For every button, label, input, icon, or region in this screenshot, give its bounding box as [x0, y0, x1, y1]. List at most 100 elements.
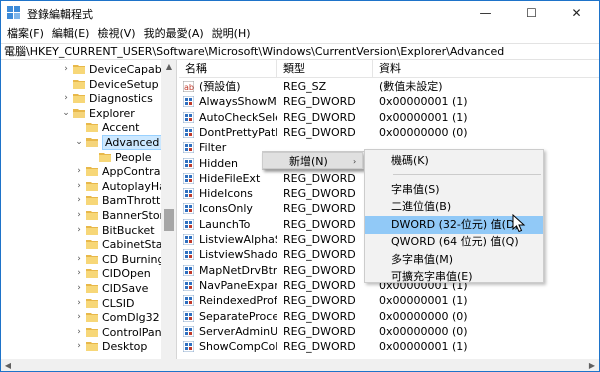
value-row[interactable]: SeparateProcess REG_DWORD 0x00000000 (0): [179, 309, 599, 324]
chevron-right-icon[interactable]: ›: [61, 62, 71, 77]
tree-item[interactable]: › AppContract: [1, 164, 171, 179]
menu-view[interactable]: 檢視(V): [93, 25, 139, 43]
minimize-icon: —: [479, 6, 492, 20]
tree-item-label: Explorer: [89, 106, 135, 120]
tree-item[interactable]: ⌄ Advanced: [1, 135, 163, 150]
value-name: AutoCheckSelect: [199, 110, 277, 124]
value-name: (預設值): [199, 80, 241, 93]
regedit-app-icon: [7, 6, 21, 20]
chevron-down-icon[interactable]: ⌄: [61, 106, 71, 121]
chevron-right-icon[interactable]: ›: [74, 325, 84, 340]
tree-item[interactable]: ⌄ Explorer: [1, 106, 161, 121]
folder-icon: [73, 93, 86, 104]
tree-item-label: ComDlg32: [102, 311, 160, 325]
value-name: DontPrettyPath: [199, 125, 277, 139]
chevron-down-icon[interactable]: ⌄: [74, 135, 84, 150]
tree-vertical-scrollbar[interactable]: ▲: [161, 60, 176, 359]
chevron-right-icon[interactable]: ›: [74, 266, 84, 281]
chevron-right-icon[interactable]: ›: [74, 208, 84, 223]
tree-item[interactable]: Accent: [1, 120, 161, 135]
folder-icon: [86, 225, 99, 236]
tree-item[interactable]: › CIDSave: [1, 281, 161, 296]
binary-value-icon: [182, 294, 195, 307]
tree-item[interactable]: › CD Burning: [1, 252, 164, 267]
chevron-right-icon[interactable]: ›: [74, 252, 84, 267]
submenu-item[interactable]: 可擴充字串值(E): [365, 268, 543, 286]
chevron-right-icon[interactable]: ›: [74, 296, 84, 311]
tree-item[interactable]: › CIDOpen: [1, 266, 161, 281]
maximize-button[interactable]: ☐: [509, 1, 554, 25]
tree-item[interactable]: CabinetState: [1, 237, 174, 252]
tree-item[interactable]: › ControlPanel: [1, 325, 171, 340]
value-type: REG_DWORD: [283, 187, 356, 201]
scroll-left-icon[interactable]: ◀: [1, 359, 15, 371]
minimize-button[interactable]: —: [463, 1, 508, 25]
binary-value-icon: [182, 218, 195, 231]
chevron-right-icon[interactable]: ›: [74, 281, 84, 296]
tree-item[interactable]: People: [1, 150, 161, 165]
chevron-right-icon[interactable]: ›: [74, 223, 84, 238]
value-data: (數值未設定): [379, 80, 443, 93]
folder-icon: [86, 137, 99, 148]
menu-edit[interactable]: 編輯(E): [48, 25, 94, 43]
submenu-item[interactable]: QWORD (64 位元) 值(Q): [365, 233, 543, 251]
value-type: REG_DWORD: [283, 294, 356, 308]
binary-value-icon: [182, 340, 195, 353]
tree-item[interactable]: › Desktop: [1, 339, 161, 354]
menu-help[interactable]: 說明(H): [208, 25, 255, 43]
value-type: REG_DWORD: [283, 202, 356, 216]
value-type: REG_DWORD: [283, 171, 356, 185]
column-header-type[interactable]: 類型: [277, 60, 373, 78]
horizontal-scrollbar[interactable]: ◀ ▶: [1, 359, 599, 371]
value-row[interactable]: AlwaysShowM... REG_DWORD 0x00000001 (1): [179, 94, 599, 109]
chevron-right-icon[interactable]: ›: [74, 164, 84, 179]
value-type: REG_DWORD: [283, 278, 356, 292]
tree-item[interactable]: › CLSID: [1, 296, 161, 311]
chevron-right-icon[interactable]: ›: [61, 91, 71, 106]
scroll-up-icon[interactable]: ▲: [161, 60, 176, 74]
folder-icon: [86, 195, 99, 206]
value-row[interactable]: AutoCheckSelect REG_DWORD 0x00000001 (1): [179, 110, 599, 125]
tree-item[interactable]: › BannerStore: [1, 208, 170, 223]
tree-item[interactable]: › BitBucket: [1, 223, 161, 238]
value-data: 0x00000001 (1): [379, 340, 468, 354]
tree-item[interactable]: › ComDlg32: [1, 310, 161, 325]
submenu-item[interactable]: 多字串值(M): [365, 251, 543, 269]
binary-value-icon: [182, 325, 195, 338]
value-type: REG_DWORD: [283, 110, 356, 124]
tree-scroll-thumb[interactable]: [164, 209, 174, 231]
tree-item[interactable]: › BamThrottlin: [1, 193, 173, 208]
folder-icon: [86, 312, 99, 323]
scroll-right-icon[interactable]: ▶: [585, 359, 599, 371]
tree-item[interactable]: › Diagnostics: [1, 91, 161, 106]
address-bar[interactable]: 電腦\HKEY_CURRENT_USER\Software\Microsoft\…: [1, 43, 599, 60]
value-name: HideIcons: [199, 187, 253, 201]
value-name: SeparateProcess: [199, 309, 277, 323]
folder-icon: [86, 239, 99, 250]
submenu-item[interactable]: 機碼(K): [365, 152, 543, 170]
chevron-right-icon[interactable]: ›: [74, 339, 84, 354]
binary-value-icon: [182, 126, 195, 139]
menu-favorites[interactable]: 我的最愛(A): [140, 25, 208, 43]
folder-icon: [99, 152, 112, 163]
tree-item[interactable]: DeviceSetup: [1, 77, 161, 92]
folder-icon: [86, 268, 99, 279]
close-button[interactable]: ✕: [554, 1, 599, 25]
chevron-right-icon[interactable]: ›: [74, 193, 84, 208]
value-row[interactable]: DontPrettyPath REG_DWORD 0x00000000 (0): [179, 125, 599, 140]
context-menu-new[interactable]: 新增(N) ›: [262, 152, 363, 169]
menu-file[interactable]: 檔案(F): [3, 25, 48, 43]
tree-item[interactable]: › AutoplayHan: [1, 179, 173, 194]
value-row[interactable]: ReindexedProfi... REG_DWORD 0x00000001 (1): [179, 293, 599, 308]
tree-item[interactable]: › DeviceCapabilit: [1, 62, 175, 77]
chevron-right-icon[interactable]: ›: [74, 310, 84, 325]
column-header-data[interactable]: 資料: [373, 60, 599, 78]
binary-value-icon: [182, 95, 195, 108]
column-header-name[interactable]: 名稱: [179, 60, 277, 78]
value-row[interactable]: ServerAdminUI REG_DWORD 0x00000000 (0): [179, 324, 599, 339]
value-row[interactable]: ShowCompCol... REG_DWORD 0x00000001 (1): [179, 339, 599, 354]
value-row[interactable]: ab (預設值) REG_SZ (數值未設定): [179, 79, 599, 94]
chevron-right-icon[interactable]: ›: [74, 179, 84, 194]
value-name: ListviewAlphaS...: [199, 233, 277, 246]
submenu-item[interactable]: 字串值(S): [365, 181, 543, 199]
